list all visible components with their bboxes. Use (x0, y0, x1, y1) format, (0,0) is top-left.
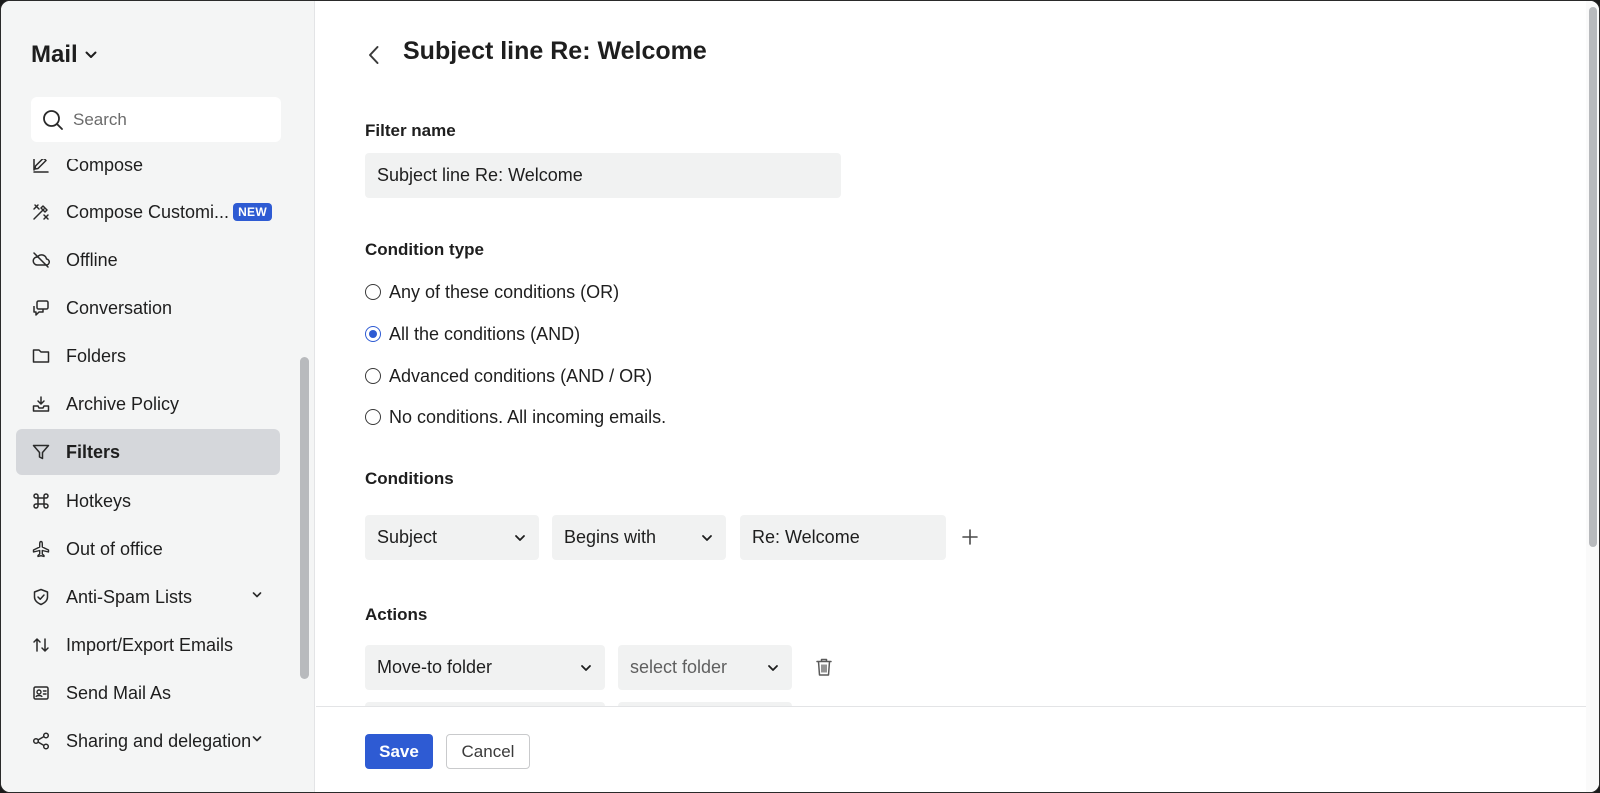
condition-option-advanced[interactable]: Advanced conditions (AND / OR) (365, 363, 652, 389)
condition-type-label: Condition type (365, 240, 484, 259)
radio-button[interactable] (365, 368, 381, 384)
folder-icon (30, 345, 52, 367)
sidebar-item-out-of-office[interactable]: Out of office (16, 526, 280, 572)
sidebar-item-conversation[interactable]: Conversation (16, 285, 280, 331)
chevron-down-icon (85, 51, 97, 58)
condition-operator-select[interactable]: Begins with (552, 515, 726, 560)
radio-label: Any of these conditions (OR) (389, 281, 620, 302)
select-value: Begins with (564, 527, 657, 547)
select-placeholder: select folder (630, 657, 728, 677)
app-title: Mail (31, 41, 78, 68)
condition-value-input[interactable] (740, 515, 946, 560)
page-title: Subject line Re: Welcome (403, 37, 707, 65)
condition-option-and[interactable]: All the conditions (AND) (365, 321, 580, 347)
sidebar-item-label: Anti-Spam Lists (66, 586, 193, 607)
chevron-down-icon (581, 665, 591, 671)
compose-icon (30, 159, 52, 176)
settings-sidebar: Mail Compose Compose Customi... NEW (1, 1, 315, 792)
radio-button[interactable] (365, 284, 381, 300)
new-badge: NEW (233, 203, 272, 221)
radio-label: No conditions. All incoming emails. (389, 406, 667, 427)
sidebar-item-anti-spam-lists[interactable]: Anti-Spam Lists (16, 574, 280, 620)
sidebar-item-label: Compose Customi... (66, 201, 230, 222)
action-folder-select[interactable]: select folder (618, 645, 792, 690)
main-scrollbar[interactable] (1586, 1, 1599, 792)
customize-icon (30, 201, 52, 223)
share-icon (30, 730, 52, 752)
plus-icon (962, 529, 978, 545)
radio-label: Advanced conditions (AND / OR) (389, 365, 653, 386)
radio-button[interactable] (365, 409, 381, 425)
chevron-down-icon (515, 535, 525, 541)
main-scrollbar-thumb[interactable] (1589, 7, 1597, 547)
search-icon (43, 109, 63, 130)
select-value: Subject (377, 527, 438, 547)
chevron-down-icon (768, 665, 778, 671)
sidebar-item-label: Import/Export Emails (66, 634, 234, 655)
app-switcher[interactable]: Mail (31, 39, 98, 71)
delete-action-button[interactable] (810, 653, 838, 681)
send-as-icon (30, 682, 52, 704)
action-type-select[interactable]: Move-to folder (365, 645, 605, 690)
condition-option-or[interactable]: Any of these conditions (OR) (365, 279, 619, 305)
condition-field-select[interactable]: Subject (365, 515, 539, 560)
shield-icon (30, 586, 52, 608)
trash-icon (816, 658, 832, 676)
sidebar-item-compose-customization[interactable]: Compose Customi... NEW (16, 189, 280, 235)
archive-icon (30, 393, 52, 415)
filter-name-input[interactable] (365, 153, 841, 198)
filter-editor: Subject line Re: Welcome Filter name Con… (316, 1, 1599, 792)
settings-nav: Compose Compose Customi... NEW Offline C… (16, 159, 296, 792)
filter-name-label: Filter name (365, 121, 456, 140)
sidebar-item-label: Folders (66, 345, 127, 366)
back-button[interactable] (360, 41, 388, 69)
search-input[interactable] (73, 109, 263, 130)
sidebar-item-label: Filters (66, 441, 121, 462)
condition-option-none[interactable]: No conditions. All incoming emails. (365, 404, 666, 430)
conversation-icon (30, 297, 52, 319)
command-icon (30, 490, 52, 512)
app-window: Mail Compose Compose Customi... NEW (0, 0, 1600, 793)
conditions-label: Conditions (365, 469, 454, 488)
sidebar-item-label: Conversation (66, 297, 173, 318)
sidebar-item-send-mail-as[interactable]: Send Mail As (16, 670, 280, 716)
sidebar-item-label: Hotkeys (66, 490, 132, 511)
sidebar-item-filters[interactable]: Filters (16, 429, 280, 475)
filter-icon (30, 441, 52, 463)
sidebar-item-import-export[interactable]: Import/Export Emails (16, 622, 280, 668)
sidebar-item-hotkeys[interactable]: Hotkeys (16, 478, 280, 524)
sidebar-item-sharing-delegation[interactable]: Sharing and delegation (16, 718, 280, 764)
sidebar-scrollbar-thumb[interactable] (300, 357, 309, 679)
sidebar-item-compose[interactable]: Compose (16, 159, 280, 188)
add-condition-button[interactable] (956, 523, 984, 551)
chevron-down-icon (702, 535, 712, 541)
radio-button-checked[interactable] (365, 326, 381, 342)
plane-icon (30, 538, 52, 560)
sidebar-item-folders[interactable]: Folders (16, 333, 280, 379)
sidebar-item-label: Offline (66, 249, 118, 270)
chevron-down-icon[interactable] (250, 732, 264, 746)
sidebar-item-label: Compose (66, 159, 144, 175)
sidebar-item-label: Sharing and delegation (66, 730, 252, 751)
import-export-icon (30, 634, 52, 656)
select-value: Move-to folder (377, 657, 493, 677)
radio-label: All the conditions (AND) (389, 323, 581, 344)
cloud-off-icon (30, 249, 52, 271)
sidebar-item-offline[interactable]: Offline (16, 237, 280, 283)
save-button[interactable]: Save (365, 734, 433, 769)
form-footer: Save Cancel (316, 706, 1586, 792)
sidebar-item-archive-policy[interactable]: Archive Policy (16, 381, 280, 427)
search-box (31, 97, 281, 142)
chevron-down-icon[interactable] (250, 588, 264, 602)
sidebar-item-label: Out of office (66, 538, 163, 559)
cancel-button[interactable]: Cancel (446, 734, 530, 769)
chevron-left-icon (369, 46, 379, 64)
sidebar-item-label: Archive Policy (66, 393, 180, 414)
sidebar-item-label: Send Mail As (66, 682, 172, 703)
actions-label: Actions (365, 605, 428, 624)
sidebar-scrollbar[interactable] (295, 159, 315, 792)
